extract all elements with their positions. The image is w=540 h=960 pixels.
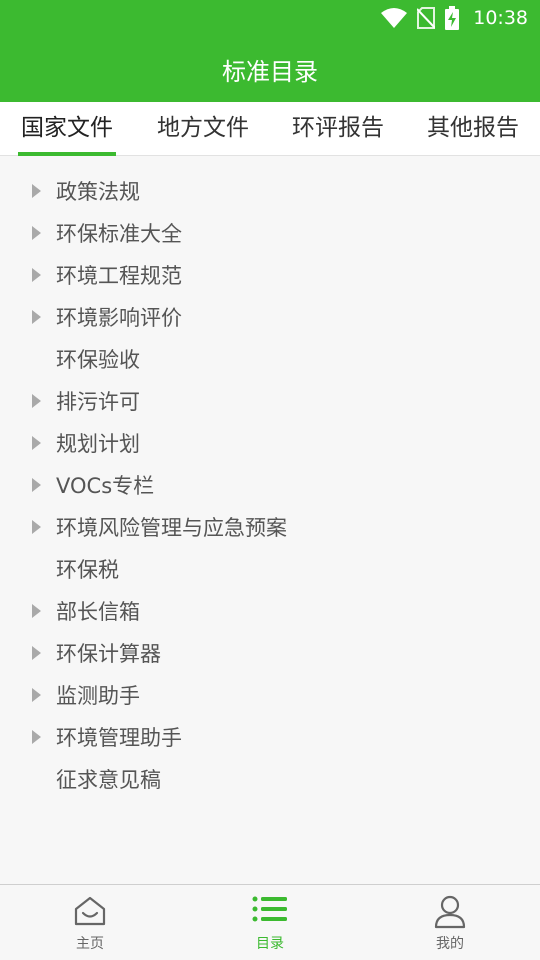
expand-arrow-icon xyxy=(32,184,41,198)
list-item[interactable]: 环保标准大全 xyxy=(0,212,540,254)
list-item[interactable]: 环境风险管理与应急预案 xyxy=(0,506,540,548)
list-item[interactable]: 环境影响评价 xyxy=(0,296,540,338)
list-item[interactable]: 规划计划 xyxy=(0,422,540,464)
list-item-label: 环境管理助手 xyxy=(56,726,182,750)
list-item-label: 环保验收 xyxy=(56,348,140,372)
tab-other-reports[interactable]: 其他报告 xyxy=(424,102,522,156)
list-item[interactable]: 监测助手 xyxy=(0,674,540,716)
expand-arrow-icon xyxy=(32,268,41,282)
list-item-label: 部长信箱 xyxy=(56,600,140,624)
list-item-label: 环保税 xyxy=(56,558,119,582)
list-item-label: 规划计划 xyxy=(56,432,140,456)
tab-active-indicator xyxy=(18,152,116,156)
page-title: 标准目录 xyxy=(222,57,318,86)
expand-arrow-icon xyxy=(32,604,41,618)
catalog-list: 政策法规 环保标准大全 环境工程规范 环境影响评价 环保验收 排污许可 规划计划… xyxy=(0,170,540,800)
list-item[interactable]: 环境管理助手 xyxy=(0,716,540,758)
nav-label: 我的 xyxy=(436,936,464,952)
nav-profile[interactable]: 我的 xyxy=(360,885,540,960)
tab-bar: 国家文件 地方文件 环评报告 其他报告 xyxy=(0,102,540,156)
expand-arrow-icon xyxy=(32,436,41,450)
list-item[interactable]: 环保税 xyxy=(0,548,540,590)
list-item[interactable]: 环境工程规范 xyxy=(0,254,540,296)
tab-label: 地方文件 xyxy=(157,115,249,141)
expand-arrow-icon xyxy=(32,730,41,744)
status-time: 10:38 xyxy=(473,7,528,29)
list-item-label: 环境影响评价 xyxy=(56,306,182,330)
list-item-label: 环境风险管理与应急预案 xyxy=(56,516,287,540)
app-bar: 标准目录 xyxy=(0,36,540,102)
tab-local-files[interactable]: 地方文件 xyxy=(154,102,252,156)
list-item[interactable]: 征求意见稿 xyxy=(0,758,540,800)
expand-arrow-icon xyxy=(32,394,41,408)
tab-national-files[interactable]: 国家文件 xyxy=(18,102,116,156)
list-item-label: 排污许可 xyxy=(56,390,140,414)
list-icon xyxy=(252,895,288,927)
expand-arrow-icon xyxy=(32,310,41,324)
tab-eia-reports[interactable]: 环评报告 xyxy=(289,102,387,156)
list-item-label: 监测助手 xyxy=(56,684,140,708)
list-item[interactable]: VOCs专栏 xyxy=(0,464,540,506)
nav-home[interactable]: 主页 xyxy=(0,885,180,960)
list-item-label: 政策法规 xyxy=(56,180,140,204)
expand-arrow-icon xyxy=(32,226,41,240)
bottom-nav: 主页 目录 我的 xyxy=(0,884,540,960)
nav-label: 主页 xyxy=(76,936,104,952)
tab-label: 环评报告 xyxy=(292,115,384,141)
tab-label: 国家文件 xyxy=(21,115,113,141)
status-icons: 10:38 xyxy=(381,0,528,36)
list-item-label: 环保计算器 xyxy=(56,642,161,666)
list-item-label: 环境工程规范 xyxy=(56,264,182,288)
list-item-label: VOCs专栏 xyxy=(56,474,155,498)
wifi-icon xyxy=(381,8,408,28)
tab-label: 其他报告 xyxy=(427,115,519,141)
list-item-label: 征求意见稿 xyxy=(56,768,161,792)
nav-label: 目录 xyxy=(256,936,284,952)
home-icon xyxy=(73,895,107,931)
list-item-label: 环保标准大全 xyxy=(56,222,182,246)
list-item[interactable]: 环保计算器 xyxy=(0,632,540,674)
expand-arrow-icon xyxy=(32,520,41,534)
status-bar: 10:38 xyxy=(0,0,540,36)
no-sim-icon xyxy=(417,7,436,29)
expand-arrow-icon xyxy=(32,478,41,492)
list-item[interactable]: 排污许可 xyxy=(0,380,540,422)
list-item[interactable]: 政策法规 xyxy=(0,170,540,212)
expand-arrow-icon xyxy=(32,688,41,702)
nav-catalog[interactable]: 目录 xyxy=(180,885,360,960)
battery-charging-icon xyxy=(445,6,460,30)
user-icon xyxy=(434,895,466,933)
list-item[interactable]: 部长信箱 xyxy=(0,590,540,632)
list-item[interactable]: 环保验收 xyxy=(0,338,540,380)
expand-arrow-icon xyxy=(32,646,41,660)
